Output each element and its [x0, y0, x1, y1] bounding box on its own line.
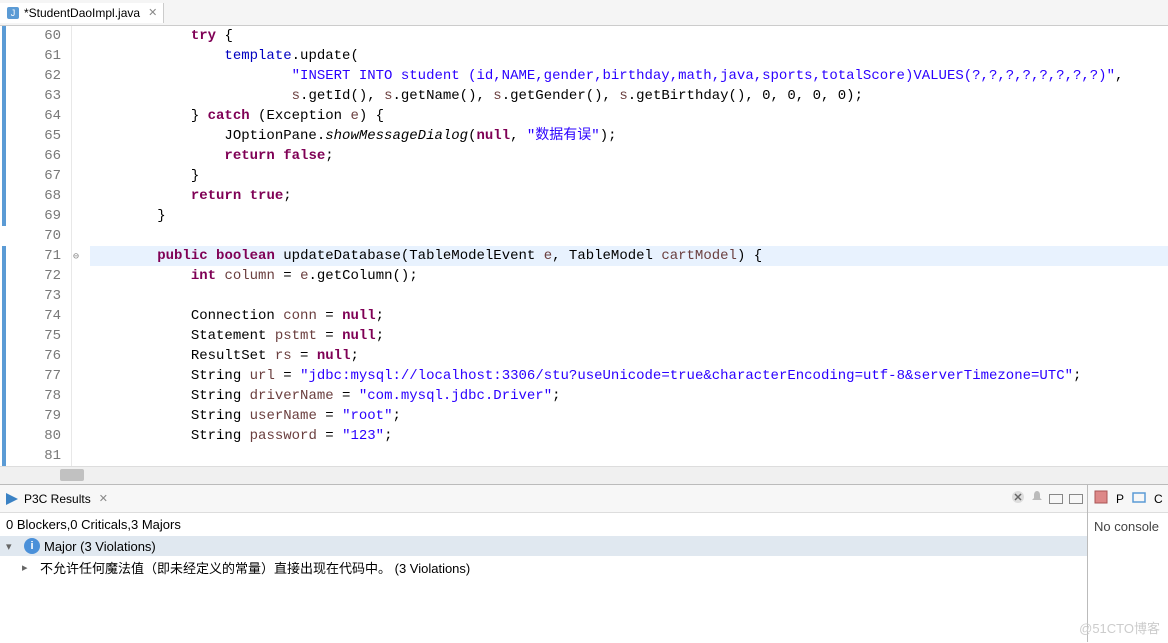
minimize-icon[interactable] — [1049, 494, 1063, 504]
code-line[interactable]: return false; — [90, 146, 1168, 166]
p3c-icon — [4, 491, 20, 507]
code-line[interactable]: try { — [90, 26, 1168, 46]
violation-detail: 不允许任何魔法值（即未经定义的常量）直接出现在代码中。 (3 Violation… — [40, 558, 470, 577]
code-line[interactable]: Connection conn = null; — [90, 306, 1168, 326]
code-line[interactable]: } — [90, 166, 1168, 186]
code-line[interactable]: String driverName = "com.mysql.jdbc.Driv… — [90, 386, 1168, 406]
chevron-down-icon[interactable]: ▾ — [6, 540, 20, 553]
chevron-right-icon[interactable]: ▸ — [22, 561, 36, 574]
major-violations-row[interactable]: ▾ i Major (3 Violations) — [0, 536, 1087, 556]
tab-p[interactable]: P — [1116, 492, 1124, 506]
horizontal-scrollbar[interactable] — [0, 466, 1168, 484]
code-line[interactable]: String password = "123"; — [90, 426, 1168, 446]
svg-text:J: J — [11, 8, 16, 18]
pin-icon[interactable] — [1031, 490, 1043, 507]
code-line[interactable] — [90, 226, 1168, 246]
code-line[interactable]: JOptionPane.showMessageDialog(null, "数据有… — [90, 126, 1168, 146]
maximize-icon[interactable] — [1069, 494, 1083, 504]
results-summary: 0 Blockers,0 Criticals,3 Majors — [0, 513, 1087, 536]
major-label: Major (3 Violations) — [44, 539, 156, 554]
code-line[interactable]: s.getId(), s.getName(), s.getGender(), s… — [90, 86, 1168, 106]
side-panel-body: No console — [1088, 513, 1168, 540]
code-line[interactable]: int column = e.getColumn(); — [90, 266, 1168, 286]
code-line[interactable]: "INSERT INTO student (id,NAME,gender,bir… — [90, 66, 1168, 86]
violation-detail-row[interactable]: ▸ 不允许任何魔法值（即未经定义的常量）直接出现在代码中。 (3 Violati… — [0, 556, 1087, 579]
line-gutter: 606162636465666768697071⊖727374757677787… — [10, 26, 72, 466]
results-title: P3C Results — [24, 492, 91, 506]
side-panel-tabs: P C — [1088, 485, 1168, 513]
bottom-pane: P3C Results ✕ 0 Blockers,0 Criticals,3 M… — [0, 484, 1168, 642]
results-header: P3C Results ✕ — [0, 485, 1087, 513]
code-line[interactable] — [90, 286, 1168, 306]
code-line[interactable]: template.update( — [90, 46, 1168, 66]
p3c-results-panel: P3C Results ✕ 0 Blockers,0 Criticals,3 M… — [0, 485, 1088, 642]
close-tab-icon[interactable]: ✕ — [148, 6, 157, 19]
placeholder-icon[interactable] — [1094, 490, 1108, 507]
code-line[interactable]: String url = "jdbc:mysql://localhost:330… — [90, 366, 1168, 386]
results-tab-close-icon[interactable]: ✕ — [99, 492, 108, 505]
scrollbar-thumb[interactable] — [60, 469, 84, 481]
code-line[interactable]: ResultSet rs = null; — [90, 346, 1168, 366]
code-line[interactable]: return true; — [90, 186, 1168, 206]
code-editor[interactable]: 606162636465666768697071⊖727374757677787… — [0, 26, 1168, 466]
console-icon[interactable] — [1132, 490, 1146, 507]
code-line[interactable]: } catch (Exception e) { — [90, 106, 1168, 126]
code-line[interactable]: public boolean updateDatabase(TableModel… — [90, 246, 1168, 266]
tab-filename: *StudentDaoImpl.java — [24, 6, 140, 20]
code-line[interactable]: } — [90, 206, 1168, 226]
editor-tab-bar: J *StudentDaoImpl.java ✕ — [0, 0, 1168, 26]
marker-strip — [0, 26, 10, 466]
watermark: @51CTO博客 — [1079, 618, 1160, 637]
fold-icon[interactable]: ⊖ — [67, 248, 79, 260]
info-icon: i — [24, 538, 40, 554]
java-file-icon: J — [6, 6, 20, 20]
code-line[interactable]: String userName = "root"; — [90, 406, 1168, 426]
code-line[interactable]: Statement pstmt = null; — [90, 326, 1168, 346]
editor-tab[interactable]: J *StudentDaoImpl.java ✕ — [0, 3, 164, 23]
code-body[interactable]: try { template.update( "INSERT INTO stud… — [72, 26, 1168, 466]
code-line[interactable] — [90, 446, 1168, 466]
clear-icon[interactable] — [1011, 490, 1025, 507]
tab-c[interactable]: C — [1154, 492, 1163, 506]
